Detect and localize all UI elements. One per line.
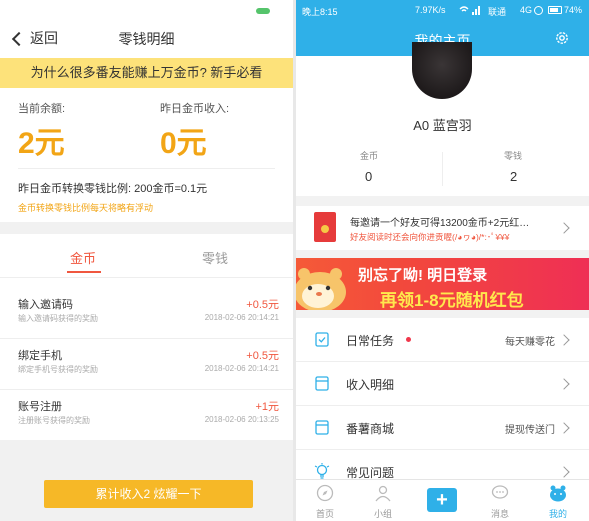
stat-divider <box>442 152 443 186</box>
record-description: 输入邀请码获得的奖励 <box>18 314 98 323</box>
chevron-right-icon <box>558 466 570 478</box>
network-speed: 7.97K/s <box>415 5 446 15</box>
invite-subtitle: 好友阅读时还会向你进贡喔(/◕ヮ◕)/*:･ﾟ¥¥¥ <box>350 232 510 242</box>
balance-label: 当前余额: <box>18 103 66 115</box>
divider <box>18 168 275 169</box>
newbie-guide-banner[interactable]: 为什么很多番友能赚上万金币? 新手必看 <box>0 58 293 88</box>
avatar[interactable] <box>412 42 472 99</box>
chevron-right-icon <box>558 222 570 234</box>
section-gap <box>0 222 293 234</box>
change-stat-value[interactable]: 2 <box>510 169 517 184</box>
record-list: 输入邀请码 输入邀请码获得的奖励 +0.5元 2018-02-06 20:14:… <box>0 288 293 441</box>
menu-label: 日常任务 <box>346 334 395 348</box>
conversion-rate-text: 昨日金币转换零钱比例: 200金币=0.1元 <box>18 183 208 195</box>
record-amount: +1元 <box>255 401 279 413</box>
page-title: 零钱明细 <box>118 31 175 47</box>
envelope-icon <box>315 420 329 435</box>
tab-label: 消息 <box>490 509 509 519</box>
bottom-area: 累计收入2 炫耀一下 <box>0 440 293 521</box>
battery-percent: 74% <box>564 5 583 15</box>
record-time: 2018-02-06 20:14:21 <box>204 313 279 322</box>
list-item[interactable]: 绑定手机 绑定手机号获得的奖励 +0.5元 2018-02-06 20:14:2… <box>0 339 293 390</box>
share-income-button[interactable]: 累计收入2 炫耀一下 <box>44 480 253 508</box>
tab-coins[interactable]: 金币 <box>70 248 96 267</box>
menu-label: 收入明细 <box>346 378 395 392</box>
record-name: 绑定手机 <box>18 350 62 362</box>
bulb-icon <box>314 463 330 479</box>
conversion-rate-note: 金币转换零钱比例每天将略有浮动 <box>18 203 154 213</box>
tab-mine[interactable]: 我的 <box>529 480 587 521</box>
promo-banner[interactable]: 别忘了呦! 明日登录 再领1-8元随机红包 <box>296 258 589 310</box>
tab-label: 我的 <box>548 509 567 519</box>
menu-item-income-details[interactable]: 收入明细 <box>296 362 589 406</box>
hamster-mascot-icon <box>296 268 346 310</box>
status-bar: 晚上8:15 7.97K/s 联通 4G 74% <box>296 0 589 22</box>
bottom-tab-bar: 首页 小组 + 消息 我的 <box>296 479 589 521</box>
notification-dot <box>406 337 411 342</box>
people-icon <box>375 485 391 502</box>
carrier: 联通 <box>488 7 507 17</box>
gear-icon[interactable] <box>554 30 570 46</box>
wifi-signal-icon <box>459 6 480 15</box>
plus-icon[interactable]: + <box>427 488 457 512</box>
change-stat-label: 零钱 <box>504 151 523 161</box>
yesterday-income-value: 0元 <box>160 127 207 160</box>
network-type: 4G <box>520 5 533 15</box>
list-item[interactable]: 账号注册 注册账号获得的奖励 +1元 2018-02-06 20:13:25 <box>0 390 293 441</box>
balance-summary: 当前余额: 2元 昨日金币收入: 0元 昨日金币转换零钱比例: 200金币=0.… <box>0 88 293 222</box>
record-tabs: 金币 零钱 <box>0 234 293 278</box>
record-time: 2018-02-06 20:14:21 <box>204 364 279 373</box>
chat-bubble-icon <box>491 485 509 499</box>
menu-item-shop[interactable]: 番薯商城 提现传送门 <box>296 406 589 450</box>
navigation-bar: 返回 零钱明细 <box>0 20 293 58</box>
envelope-icon <box>315 376 329 391</box>
chevron-right-icon <box>558 422 570 434</box>
tab-messages[interactable]: 消息 <box>471 480 529 521</box>
record-name: 输入邀请码 <box>18 299 73 311</box>
record-name: 账号注册 <box>18 401 62 413</box>
record-amount: +0.5元 <box>246 299 279 311</box>
compass-icon <box>316 484 334 502</box>
battery-icon <box>548 6 562 14</box>
promo-line-2: 再领1-8元随机红包 <box>380 291 524 310</box>
record-description: 绑定手机号获得的奖励 <box>18 365 98 374</box>
active-tab-indicator <box>67 271 101 273</box>
menu-label: 番薯商城 <box>346 422 395 436</box>
tab-label: 首页 <box>315 509 334 519</box>
coin-stat-value[interactable]: 0 <box>365 169 372 184</box>
hamster-icon <box>550 485 566 502</box>
clipboard-check-icon <box>315 332 329 347</box>
record-time: 2018-02-06 20:13:25 <box>204 415 279 424</box>
tab-groups[interactable]: 小组 <box>354 480 412 521</box>
profile-card: A0 蓝宫羽 金币 0 零钱 2 <box>296 42 589 196</box>
record-description: 注册账号获得的奖励 <box>18 416 90 425</box>
chevron-right-icon <box>558 334 570 346</box>
status-indicator <box>256 8 270 14</box>
menu-item-daily-tasks[interactable]: 日常任务 每天赚零花 <box>296 318 589 362</box>
red-envelope-icon <box>314 212 336 242</box>
menu-hint: 提现传送门 <box>505 425 555 436</box>
invite-friends-card[interactable]: 每邀请一个好友可得13200金币+2元红… 好友阅读时还会向你进贡喔(/◕ヮ◕)… <box>296 206 589 250</box>
right-panel: 晚上8:15 7.97K/s 联通 4G 74% 我的主页 A0 蓝宫羽 金币 … <box>296 0 589 521</box>
balance-value: 2元 <box>18 127 65 160</box>
record-amount: +0.5元 <box>246 350 279 362</box>
left-panel: 返回 零钱明细 为什么很多番友能赚上万金币? 新手必看 当前余额: 2元 昨日金… <box>0 0 293 521</box>
alarm-icon <box>534 6 543 15</box>
invite-title: 每邀请一个好友可得13200金币+2元红… <box>350 218 530 229</box>
promo-line-1: 别忘了呦! 明日登录 <box>358 267 488 284</box>
status-time: 晚上8:15 <box>302 7 338 17</box>
tab-home[interactable]: 首页 <box>296 480 354 521</box>
list-item[interactable]: 输入邀请码 输入邀请码获得的奖励 +0.5元 2018-02-06 20:14:… <box>0 288 293 339</box>
chevron-right-icon <box>558 378 570 390</box>
yesterday-income-label: 昨日金币收入: <box>160 103 230 115</box>
coin-stat-label: 金币 <box>360 151 379 161</box>
tab-label: 小组 <box>373 509 392 519</box>
menu-hint: 每天赚零花 <box>505 337 555 348</box>
tab-change[interactable]: 零钱 <box>202 248 228 267</box>
user-name: A0 蓝宫羽 <box>413 118 472 133</box>
